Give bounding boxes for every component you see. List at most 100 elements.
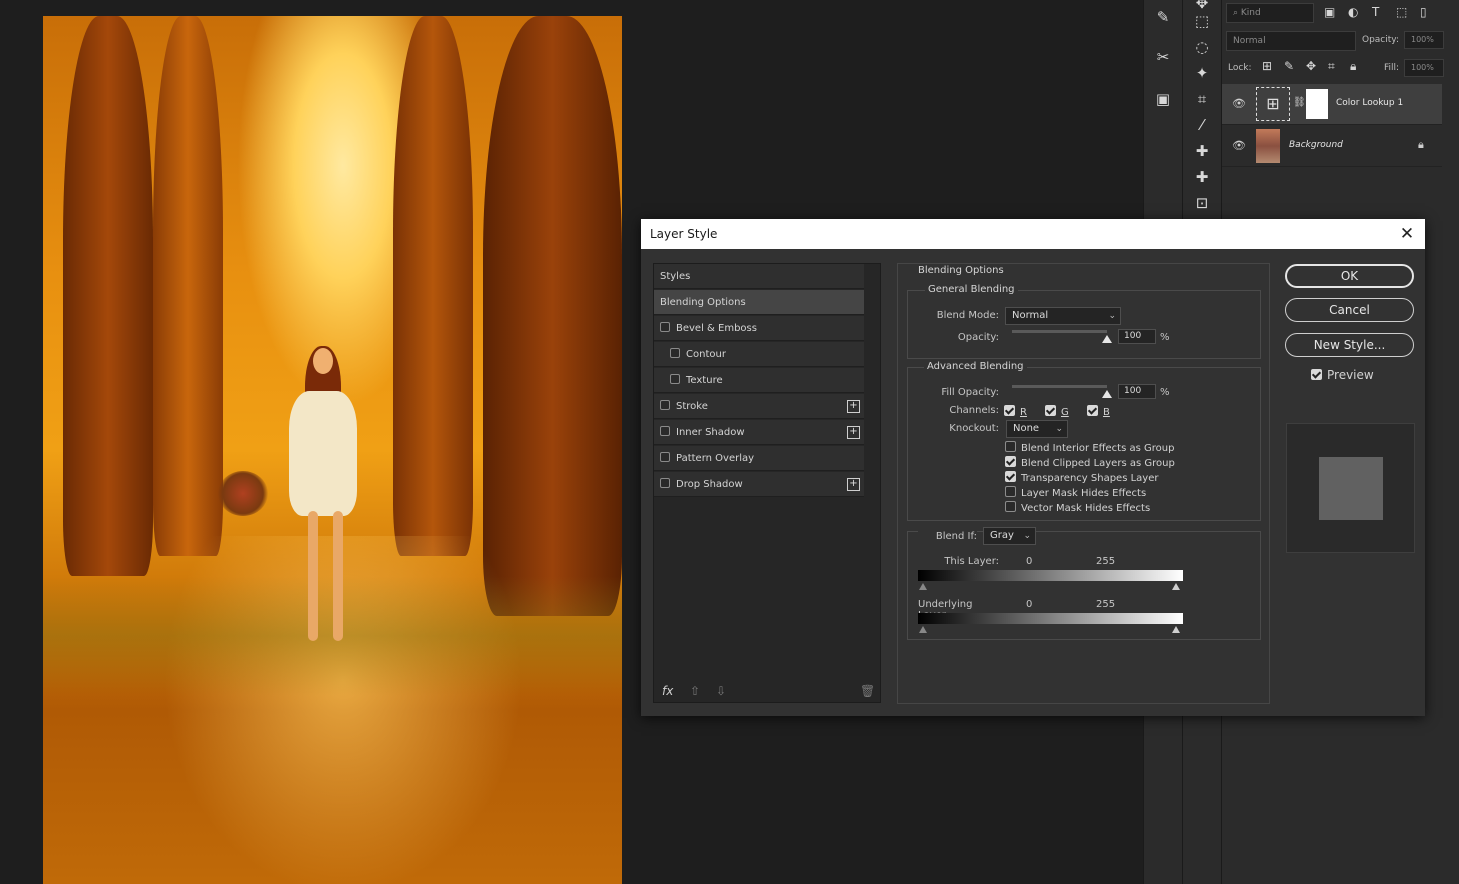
type-filter-icon[interactable]: T	[1372, 5, 1379, 19]
transparency-shapes-checkbox[interactable]: Transparency Shapes Layer	[1005, 471, 1158, 484]
lasso-tool-icon[interactable]: ◌	[1189, 36, 1215, 58]
layer-filter-kind[interactable]: ⌕ Kind	[1226, 3, 1314, 23]
crop-tool-icon[interactable]: ⌗	[1189, 88, 1215, 110]
marquee-tool-icon[interactable]: ⬚	[1189, 10, 1215, 32]
layer-row-color-lookup[interactable]: 👁︎ ⊞ ⛓︎ Color Lookup 1	[1222, 84, 1442, 125]
frame-tool-icon[interactable]: ⊡	[1189, 192, 1215, 214]
fill-opacity-slider-thumb[interactable]	[1102, 390, 1112, 398]
style-drop-shadow[interactable]: Drop Shadow +	[654, 472, 864, 497]
layer-name[interactable]: Background	[1289, 140, 1343, 150]
layer-fill-field[interactable]: 100%	[1404, 59, 1444, 77]
style-stroke[interactable]: Stroke +	[654, 394, 864, 419]
document-canvas[interactable]	[43, 16, 622, 884]
blend-if-select[interactable]: Gray ⌄	[983, 527, 1036, 545]
patch-tool-icon[interactable]: ✚	[1189, 166, 1215, 188]
eye-icon[interactable]: 👁︎	[1232, 97, 1246, 110]
eye-icon[interactable]: 👁︎	[1232, 139, 1246, 152]
style-bevel-emboss[interactable]: Bevel & Emboss	[654, 316, 864, 341]
pixel-filter-icon[interactable]: ▣	[1324, 5, 1335, 19]
this-layer-white-thumb[interactable]	[1172, 583, 1180, 590]
lock-all-icon[interactable]: 🔒︎	[1350, 59, 1356, 74]
lock-image-icon[interactable]: ✎	[1284, 59, 1294, 73]
this-layer-black-thumb[interactable]	[919, 583, 927, 590]
checkbox-box[interactable]	[1005, 456, 1016, 467]
add-effect-icon[interactable]: +	[847, 478, 860, 491]
lock-position-icon[interactable]: ✥	[1306, 59, 1316, 73]
move-down-icon[interactable]: ⇩	[716, 684, 726, 698]
underlying-layer-black-thumb[interactable]	[919, 626, 927, 633]
style-checkbox[interactable]	[660, 452, 670, 462]
style-pattern-overlay[interactable]: Pattern Overlay	[654, 446, 864, 471]
channel-b-checkbox[interactable]: B	[1087, 405, 1110, 418]
checkbox-box[interactable]	[1005, 486, 1016, 497]
styles-header[interactable]: Styles	[654, 264, 864, 289]
trash-icon[interactable]: 🗑︎	[860, 684, 875, 698]
style-blending-options[interactable]: Blending Options	[654, 290, 864, 315]
cancel-button[interactable]: Cancel	[1285, 298, 1414, 322]
knockout-select[interactable]: None ⌄	[1006, 420, 1068, 438]
lock-artboard-icon[interactable]: ⌗	[1328, 59, 1335, 74]
dialog-title[interactable]: Layer Style	[641, 219, 1425, 249]
close-icon[interactable]: ✕	[1397, 219, 1417, 249]
adjustment-filter-icon[interactable]: ◐	[1348, 5, 1358, 19]
opacity-label: Opacity:	[957, 332, 999, 343]
ok-button[interactable]: OK	[1285, 264, 1414, 288]
layer-name[interactable]: Color Lookup 1	[1336, 98, 1403, 108]
style-checkbox[interactable]	[660, 478, 670, 488]
fx-icon[interactable]: fx	[662, 684, 673, 698]
opacity-slider-track[interactable]	[1012, 330, 1107, 333]
underlying-layer-white-thumb[interactable]	[1172, 626, 1180, 633]
healing-brush-icon[interactable]: ✚	[1189, 140, 1215, 162]
layer-mask-hides-checkbox[interactable]: Layer Mask Hides Effects	[1005, 486, 1146, 499]
checkbox-box[interactable]	[1045, 405, 1056, 416]
smart-object-filter-icon[interactable]: ▯	[1420, 5, 1427, 19]
style-checkbox[interactable]	[660, 400, 670, 410]
new-style-button[interactable]: New Style...	[1285, 333, 1414, 357]
add-effect-icon[interactable]: +	[847, 426, 860, 439]
preview-checkbox[interactable]: Preview	[1311, 368, 1374, 382]
magic-wand-icon[interactable]: ✦	[1189, 62, 1215, 84]
chain-link-icon[interactable]: ⛓︎	[1293, 97, 1306, 108]
blend-interior-effects-checkbox[interactable]: Blend Interior Effects as Group	[1005, 441, 1174, 454]
checkbox-box[interactable]	[1005, 441, 1016, 452]
channel-g-checkbox[interactable]: G	[1045, 405, 1069, 418]
channel-label: G	[1061, 407, 1069, 418]
opacity-label: Opacity:	[1362, 35, 1399, 45]
layer-opacity-field[interactable]: 100%	[1404, 31, 1444, 49]
style-checkbox[interactable]	[670, 374, 680, 384]
checkbox-box[interactable]	[1004, 405, 1015, 416]
checkbox-box[interactable]	[1311, 369, 1322, 380]
checkbox-box[interactable]	[1087, 405, 1098, 416]
move-up-icon[interactable]: ⇧	[690, 684, 700, 698]
style-checkbox[interactable]	[670, 348, 680, 358]
layer-blend-mode-select[interactable]: Normal	[1226, 31, 1356, 51]
styles-list-scrollbar[interactable]	[865, 264, 880, 679]
layer-mask-thumbnail[interactable]	[1306, 89, 1328, 119]
channel-r-checkbox[interactable]: R	[1004, 405, 1027, 418]
add-effect-icon[interactable]: +	[847, 400, 860, 413]
style-texture[interactable]: Texture	[654, 368, 864, 393]
vector-mask-hides-checkbox[interactable]: Vector Mask Hides Effects	[1005, 501, 1150, 514]
blend-mode-select[interactable]: Normal ⌄	[1005, 307, 1121, 325]
background-layer-thumbnail[interactable]	[1256, 129, 1280, 163]
shape-filter-icon[interactable]: ⬚	[1396, 5, 1407, 19]
checkbox-box[interactable]	[1005, 501, 1016, 512]
tool-presets-icon[interactable]: ✂	[1150, 46, 1176, 68]
fill-opacity-input[interactable]: 100	[1118, 384, 1156, 399]
checkbox-box[interactable]	[1005, 471, 1016, 482]
layer-row-background[interactable]: 👁︎ Background 🔒︎	[1222, 126, 1442, 167]
adjustments-icon[interactable]: ▣	[1150, 88, 1176, 110]
fill-opacity-slider-track[interactable]	[1012, 385, 1107, 388]
blend-clipped-layers-checkbox[interactable]: Blend Clipped Layers as Group	[1005, 456, 1175, 469]
style-checkbox[interactable]	[660, 322, 670, 332]
style-contour[interactable]: Contour	[654, 342, 864, 367]
style-checkbox[interactable]	[660, 426, 670, 436]
eyedropper-icon[interactable]: ⁄	[1189, 114, 1215, 136]
style-inner-shadow[interactable]: Inner Shadow +	[654, 420, 864, 445]
knockout-value: None	[1013, 423, 1040, 434]
brush-settings-icon[interactable]: ✎	[1150, 6, 1176, 28]
opacity-input[interactable]: 100	[1118, 329, 1156, 344]
opacity-slider-thumb[interactable]	[1102, 335, 1112, 343]
adjustment-layer-thumbnail[interactable]: ⊞	[1256, 87, 1290, 121]
lock-transparent-icon[interactable]: ⊞	[1262, 59, 1272, 73]
